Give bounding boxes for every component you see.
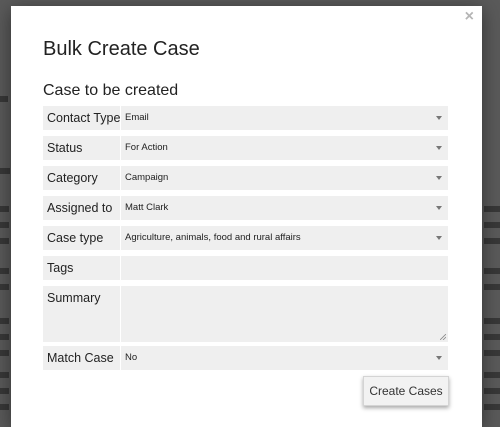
tags-label: Tags bbox=[43, 256, 120, 280]
match-case-select[interactable]: No bbox=[121, 346, 448, 370]
summary-textarea[interactable] bbox=[121, 286, 448, 342]
status-value: For Action bbox=[125, 142, 168, 153]
chevron-down-icon bbox=[436, 176, 442, 180]
case-type-row: Case type Agriculture, animals, food and… bbox=[43, 226, 448, 250]
status-label: Status bbox=[43, 136, 120, 160]
section-title: Case to be created bbox=[43, 82, 179, 99]
modal-title: Bulk Create Case bbox=[43, 38, 200, 60]
category-value: Campaign bbox=[125, 172, 169, 183]
status-row: Status For Action bbox=[43, 136, 448, 160]
category-select[interactable]: Campaign bbox=[121, 166, 448, 190]
case-type-value: Agriculture, animals, food and rural aff… bbox=[125, 232, 301, 243]
contact-type-label: Contact Type bbox=[43, 106, 120, 130]
chevron-down-icon bbox=[436, 236, 442, 240]
contact-type-row: Contact Type Email bbox=[43, 106, 448, 130]
category-label: Category bbox=[43, 166, 120, 190]
summary-label: Summary bbox=[43, 286, 120, 342]
match-case-row: Match Case No bbox=[43, 346, 448, 370]
bulk-create-case-modal: × Bulk Create Case Case to be created Co… bbox=[11, 6, 482, 427]
chevron-down-icon bbox=[436, 356, 442, 360]
contact-type-select[interactable]: Email bbox=[121, 106, 448, 130]
match-case-label: Match Case bbox=[43, 346, 120, 370]
assigned-to-label: Assigned to bbox=[43, 196, 120, 220]
assigned-to-row: Assigned to Matt Clark bbox=[43, 196, 448, 220]
status-select[interactable]: For Action bbox=[121, 136, 448, 160]
close-icon[interactable]: × bbox=[465, 9, 474, 25]
chevron-down-icon bbox=[436, 116, 442, 120]
match-case-value: No bbox=[125, 352, 138, 363]
tags-row: Tags bbox=[43, 256, 448, 280]
resize-handle-icon[interactable] bbox=[440, 334, 446, 340]
create-cases-button[interactable]: Create Cases bbox=[363, 376, 449, 406]
tags-input[interactable] bbox=[121, 256, 448, 280]
contact-type-value: Email bbox=[125, 112, 149, 123]
case-type-select[interactable]: Agriculture, animals, food and rural aff… bbox=[121, 226, 448, 250]
chevron-down-icon bbox=[436, 206, 442, 210]
assigned-to-value: Matt Clark bbox=[125, 202, 169, 213]
assigned-to-select[interactable]: Matt Clark bbox=[121, 196, 448, 220]
case-type-label: Case type bbox=[43, 226, 120, 250]
chevron-down-icon bbox=[436, 146, 442, 150]
summary-row: Summary bbox=[43, 286, 448, 342]
category-row: Category Campaign bbox=[43, 166, 448, 190]
